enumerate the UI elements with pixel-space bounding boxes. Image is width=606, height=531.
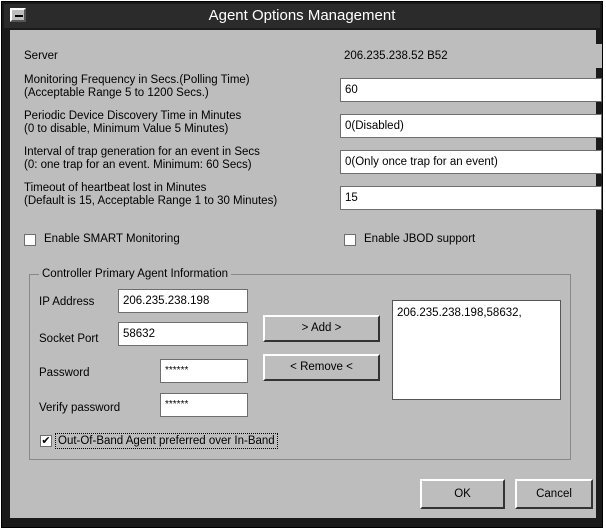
dialog-body: Server 206.235.238.52 B52 Monitoring Fre…	[10, 30, 602, 518]
ip-address-input[interactable]: 206.235.238.198	[118, 289, 248, 313]
discovery-label-line1: Periodic Device Discovery Time in Minute…	[24, 110, 242, 122]
window-title: Agent Options Management	[208, 7, 396, 24]
discovery-label-line2: (0 to disable, Minimum Value 5 Minutes)	[24, 123, 229, 135]
password-label: Password	[39, 367, 90, 379]
smart-monitoring-label[interactable]: Enable SMART Monitoring	[44, 233, 180, 246]
discovery-time-input[interactable]: 0(Disabled)	[340, 114, 602, 138]
oob-preferred-label[interactable]: Out-Of-Band Agent preferred over In-Band	[55, 433, 278, 449]
heartbeat-timeout-input[interactable]: 15	[340, 186, 602, 210]
heartbeat-label: Timeout of heartbeat lost in Minutes (De…	[24, 182, 277, 208]
discovery-label: Periodic Device Discovery Time in Minute…	[24, 110, 241, 136]
smart-monitoring-checkbox[interactable]	[24, 234, 36, 246]
socket-port-input[interactable]: 58632	[118, 322, 248, 346]
monitoring-label-line2: (Acceptable Range 5 to 1200 Secs.)	[24, 87, 209, 99]
trap-label: Interval of trap generation for an event…	[24, 146, 260, 172]
ok-button[interactable]: OK	[420, 479, 505, 509]
agent-list[interactable]: 206.235.238.198,58632,	[392, 300, 561, 400]
title-bar: Agent Options Management	[4, 4, 600, 28]
monitoring-label: Monitoring Frequency in Secs.(Polling Ti…	[24, 74, 250, 100]
server-value: 206.235.238.52 B52	[340, 44, 602, 68]
verify-password-input[interactable]: ******	[160, 393, 248, 417]
add-button[interactable]: > Add >	[263, 315, 380, 342]
heartbeat-label-line1: Timeout of heartbeat lost in Minutes	[24, 182, 207, 194]
server-label: Server	[24, 50, 58, 62]
oob-preferred-checkbox[interactable]: ✔	[40, 435, 52, 447]
controller-agent-legend: Controller Primary Agent Information	[39, 267, 231, 281]
monitoring-frequency-input[interactable]: 60	[340, 78, 602, 102]
trap-label-line2: (0: one trap for an event. Minimum: 60 S…	[24, 159, 252, 171]
verify-password-label: Verify password	[39, 402, 121, 414]
socket-port-label: Socket Port	[39, 333, 99, 345]
remove-button[interactable]: < Remove <	[263, 354, 380, 381]
password-input[interactable]: ******	[160, 359, 248, 383]
agent-list-item[interactable]: 206.235.238.198,58632,	[397, 306, 556, 320]
heartbeat-label-line2: (Default is 15, Acceptable Range 1 to 30…	[24, 195, 278, 207]
jbod-support-label[interactable]: Enable JBOD support	[364, 233, 475, 246]
ip-address-label: IP Address	[39, 296, 95, 308]
trap-label-line1: Interval of trap generation for an event…	[24, 146, 260, 158]
agent-options-window: Agent Options Management Server 206.235.…	[1, 1, 603, 528]
jbod-support-checkbox[interactable]	[344, 234, 356, 246]
trap-interval-input[interactable]: 0(Only once trap for an event)	[340, 150, 602, 174]
monitoring-label-line1: Monitoring Frequency in Secs.(Polling Ti…	[24, 74, 250, 86]
cancel-button[interactable]: Cancel	[515, 479, 593, 509]
